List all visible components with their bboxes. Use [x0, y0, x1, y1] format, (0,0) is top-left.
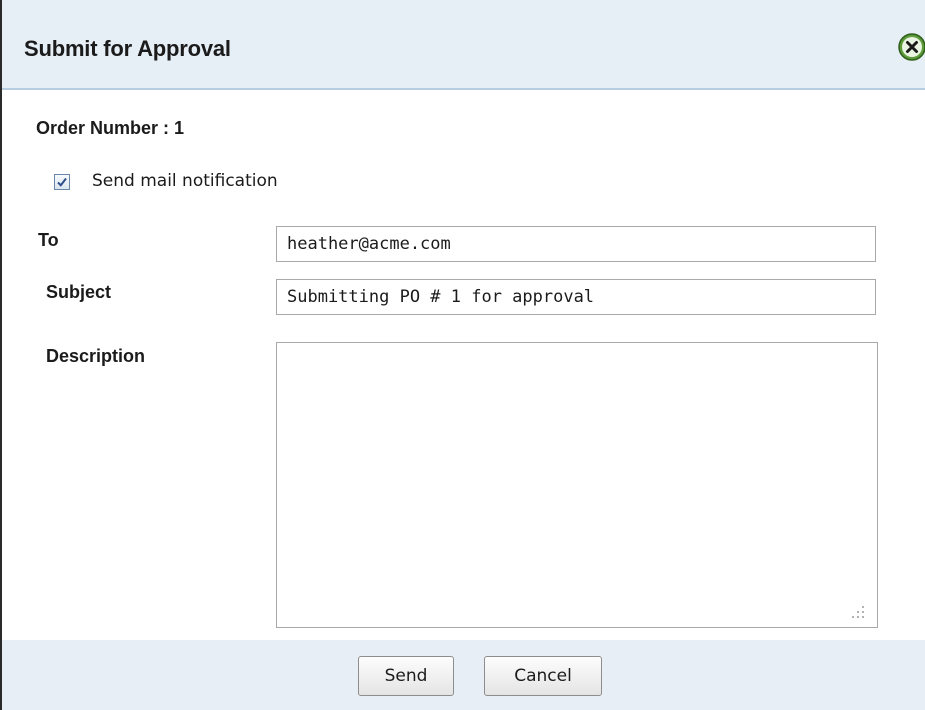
submit-approval-dialog: Submit for Approval Order Number : 1 Sen… [0, 0, 925, 710]
send-button[interactable]: Send [358, 656, 454, 696]
cancel-button[interactable]: Cancel [484, 656, 602, 696]
description-label: Description [46, 346, 146, 366]
order-number-label: Order Number : 1 [36, 118, 185, 138]
dialog-titlebar: Submit for Approval [2, 0, 925, 90]
send-mail-label[interactable]: Send mail notification [92, 171, 278, 191]
resize-grip-icon[interactable] [848, 604, 866, 620]
send-mail-checkbox[interactable] [54, 174, 70, 190]
dialog-title: Submit for Approval [24, 36, 231, 61]
dialog-footer [2, 640, 925, 710]
to-input[interactable] [276, 226, 876, 262]
subject-label: Subject [46, 282, 112, 302]
subject-input[interactable] [276, 279, 876, 315]
close-icon[interactable] [897, 32, 925, 62]
description-textarea[interactable] [276, 342, 878, 628]
checkmark-icon [57, 177, 67, 187]
to-label: To [38, 230, 59, 250]
